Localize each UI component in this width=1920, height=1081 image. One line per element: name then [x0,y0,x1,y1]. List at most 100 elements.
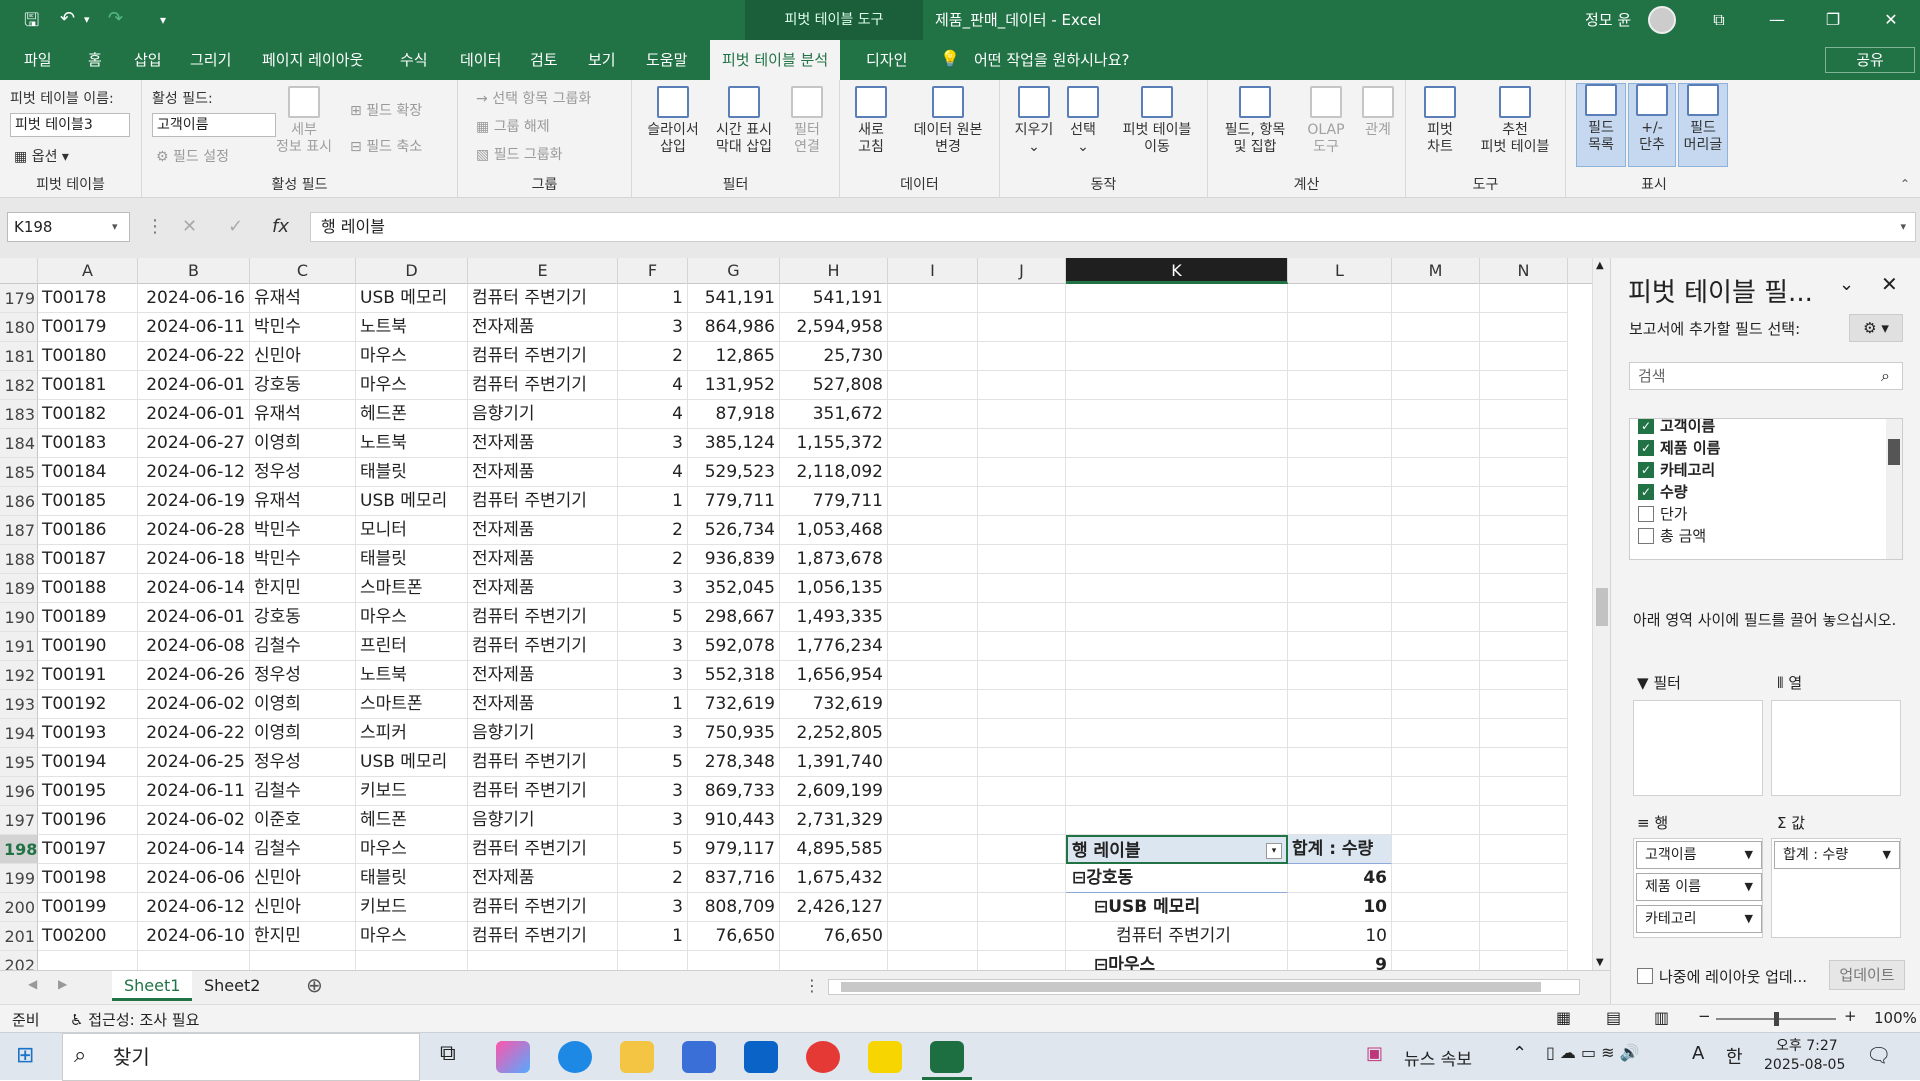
field-checkbox[interactable] [1638,528,1654,544]
cell-j[interactable] [978,487,1066,516]
cell-f[interactable]: 2 [618,516,688,545]
clock-date[interactable]: 2025-08-05 [1764,1057,1845,1073]
minimize-button[interactable]: — [1754,0,1800,40]
cell-e[interactable]: 컴퓨터 주변기기 [468,777,618,806]
rows-drop-area[interactable]: 고객이름 ▼ 제품 이름 ▼ 카테고리 ▼ [1633,838,1763,938]
cell-k[interactable] [1066,777,1288,806]
pivot-row-label[interactable]: ⊟USB 메모리 [1066,893,1288,922]
tell-me-input[interactable]: 어떤 작업을 원하시나요? [974,40,1130,80]
cell-h[interactable]: 25,730 [780,342,888,371]
news-label[interactable]: 뉴스 속보 [1404,1045,1472,1070]
cell-m[interactable] [1392,284,1480,313]
clear-button[interactable]: 지우기 ⌄ [1008,86,1060,156]
cell-g[interactable]: 808,709 [688,893,780,922]
column-header-a[interactable]: A [38,258,138,284]
row-field-pill[interactable]: 제품 이름 ▼ [1636,873,1762,901]
cell-l[interactable] [1288,458,1392,487]
cell-d[interactable]: 마우스 [356,922,468,951]
cell-m[interactable] [1392,922,1480,951]
outlook-icon[interactable] [744,1041,778,1073]
scroll-up-icon[interactable]: ▲ [1596,260,1604,271]
cell-n[interactable] [1480,748,1568,777]
cell-h[interactable]: 351,672 [780,400,888,429]
cell-d[interactable] [356,951,468,970]
cell-a[interactable]: T00180 [38,342,138,371]
cell-c[interactable]: 이영희 [250,719,356,748]
row-header[interactable]: 181 [0,342,38,371]
cell-i[interactable] [888,661,978,690]
cell-a[interactable]: T00191 [38,661,138,690]
collapse-ribbon-icon[interactable]: ⌃ [1900,177,1910,191]
pane-close-icon[interactable]: ✕ [1881,272,1898,296]
cell-b[interactable]: 2024-06-14 [138,835,250,864]
cell-a[interactable]: T00181 [38,371,138,400]
cell-n[interactable] [1480,893,1568,922]
zoom-out-icon[interactable]: − [1698,1007,1711,1025]
edge-icon[interactable] [558,1041,592,1073]
cell-m[interactable] [1392,748,1480,777]
filter-connections-button[interactable]: 필터 연결 [782,86,832,156]
row-header[interactable]: 194 [0,719,38,748]
cell-g[interactable]: 592,078 [688,632,780,661]
cell-f[interactable]: 2 [618,864,688,893]
cell-g[interactable]: 529,523 [688,458,780,487]
row-header[interactable]: 179 [0,284,38,313]
cell-l[interactable] [1288,371,1392,400]
cell-i[interactable] [888,922,978,951]
cell-m[interactable] [1392,864,1480,893]
cell-b[interactable]: 2024-06-01 [138,400,250,429]
cell-k[interactable] [1066,342,1288,371]
tab-page-layout[interactable]: 페이지 레이아웃 [258,40,367,80]
cancel-icon[interactable]: ✕ [182,216,197,237]
cell-n[interactable] [1480,371,1568,400]
cell-d[interactable]: 헤드폰 [356,806,468,835]
cell-g[interactable]: 979,117 [688,835,780,864]
cell-k[interactable] [1066,748,1288,777]
cell-e[interactable]: 전자제품 [468,661,618,690]
restore-button[interactable]: ❐ [1810,0,1856,40]
cell-e[interactable]: 음향기기 [468,806,618,835]
cell-j[interactable] [978,284,1066,313]
row-header[interactable]: 189 [0,574,38,603]
cell-b[interactable]: 2024-06-06 [138,864,250,893]
row-header[interactable]: 182 [0,371,38,400]
field-checkbox[interactable]: ✓ [1638,462,1654,478]
move-pivot-button[interactable]: 피벗 테이블 이동 [1110,86,1204,156]
cell-b[interactable]: 2024-06-22 [138,342,250,371]
cell-l[interactable] [1288,574,1392,603]
cell-j[interactable] [978,748,1066,777]
row-header[interactable]: 190 [0,603,38,632]
cell-a[interactable]: T00186 [38,516,138,545]
cell-d[interactable]: 노트북 [356,429,468,458]
column-header-d[interactable]: D [356,258,468,284]
row-header[interactable]: 199 [0,864,38,893]
cell-e[interactable] [468,951,618,970]
cell-b[interactable] [138,951,250,970]
cell-d[interactable]: 마우스 [356,371,468,400]
cell-d[interactable]: 마우스 [356,342,468,371]
cell-k[interactable] [1066,487,1288,516]
cell-j[interactable] [978,458,1066,487]
pivot-row-value[interactable]: 9 [1288,951,1392,970]
cell-c[interactable]: 유재석 [250,487,356,516]
cell-e[interactable]: 컴퓨터 주변기기 [468,835,618,864]
cell-k[interactable] [1066,806,1288,835]
cell-d[interactable]: 태블릿 [356,864,468,893]
cell-n[interactable] [1480,806,1568,835]
cell-n[interactable] [1480,864,1568,893]
cell-h[interactable]: 2,731,329 [780,806,888,835]
cell-l[interactable] [1288,545,1392,574]
cell-l[interactable] [1288,806,1392,835]
cell-e[interactable]: 컴퓨터 주변기기 [468,748,618,777]
cell-h[interactable]: 2,426,127 [780,893,888,922]
column-header-n[interactable]: N [1480,258,1568,284]
cell-b[interactable]: 2024-06-18 [138,545,250,574]
cell-l[interactable] [1288,487,1392,516]
field-checkbox[interactable] [1638,506,1654,522]
cell-c[interactable]: 강호동 [250,371,356,400]
excel-icon[interactable] [930,1041,964,1073]
zoom-in-icon[interactable]: + [1844,1007,1857,1025]
cell-b[interactable]: 2024-06-16 [138,284,250,313]
cell-i[interactable] [888,951,978,970]
cell-c[interactable]: 유재석 [250,400,356,429]
